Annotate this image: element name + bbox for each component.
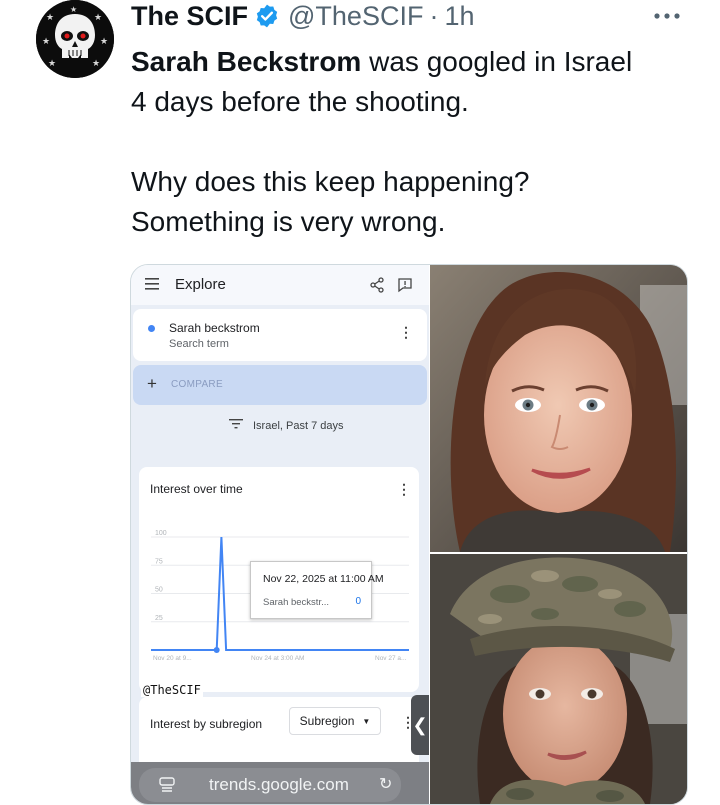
verified-badge-icon[interactable] [254,3,280,29]
search-term: Sarah beckstrom [169,321,260,335]
trends-screenshot[interactable]: Explore Sarah beckstrom Search term ⋮ + … [131,265,429,804]
filter-row: Israel, Past 7 days [229,419,344,432]
post-time[interactable]: 1h [444,1,474,32]
tweet-line3: Why does this keep happening? [131,166,530,197]
media-grid[interactable]: Explore Sarah beckstrom Search term ⋮ + … [130,264,688,805]
url-text: trends.google.com [209,775,349,794]
svg-text:★: ★ [92,59,100,69]
svg-text:★: ★ [42,37,50,47]
plus-icon: + [147,374,157,393]
hamburger-menu-icon [145,277,159,295]
feedback-icon [397,277,413,298]
tabs-icon [159,776,175,797]
separator-dot: · [429,0,439,31]
tooltip-value: 0 [355,596,361,607]
skull-logo-icon: ★ ★ ★ ★ ★ ★ ★ [36,0,114,78]
tweet-line1-rest: was googled in Israel [361,46,633,77]
filter-icon [229,419,243,432]
x-tick-label: Nov 27 a... [375,655,407,662]
portrait-photo[interactable] [430,265,687,552]
chart-tooltip: Nov 22, 2025 at 11:00 AM Sarah beckstr..… [250,561,384,619]
y-tick-label: 25 [155,615,163,622]
share-icon [369,277,385,298]
author-handle[interactable]: @TheSCIF [288,1,423,32]
tooltip-series: Sarah beckstr... [263,597,330,608]
subregion-dropdown: Subregion ▼ [289,707,381,735]
mention-name: Sarah Beckstrom [131,46,362,77]
trends-topbar: Explore [131,265,429,305]
search-term-card: Sarah beckstrom Search term ⋮ [133,309,427,361]
author-name[interactable]: The SCIF [131,1,248,32]
subregion-title: Interest by subregion [150,717,263,731]
tweet-line4: Something is very wrong. [131,206,446,237]
x-tick-label: Nov 24 at 3:00 AM [251,655,304,662]
woman-portrait-image [430,265,687,552]
trends-title: Explore [175,276,226,293]
y-tick-label: 75 [155,558,163,565]
svg-text:★: ★ [100,37,108,47]
woman-military-image [430,554,687,804]
hover-marker [213,647,220,653]
dropdown-arrow-icon: ▼ [362,716,371,726]
tweet-line2: 4 days before the shooting. [131,86,469,117]
reload-icon: ↻ [379,776,393,793]
kebab-menu-icon: ⋮ [399,324,413,340]
tweet-header: The SCIF @TheSCIF · 1h [131,0,475,32]
subregion-label: Subregion [299,714,355,728]
y-tick-label: 50 [155,587,163,594]
series-dot-icon [148,325,155,332]
svg-text:★: ★ [70,5,77,14]
avatar[interactable]: ★ ★ ★ ★ ★ ★ ★ [36,0,114,78]
filter-label: Israel, Past 7 days [253,419,344,432]
x-tick-label: Nov 20 at 9... [153,655,192,662]
browser-url-bar: trends.google.com ↻ [131,762,429,804]
compare-label: COMPARE [171,379,223,390]
svg-text:★: ★ [48,59,56,69]
more-options-icon[interactable] [652,0,682,32]
side-handle-icon: ❮ [411,695,429,755]
tooltip-date: Nov 22, 2025 at 11:00 AM [263,573,384,585]
tweet-text: Sarah Beckstrom was googled in Israel 4 … [131,42,701,242]
svg-text:★: ★ [94,13,102,23]
watermark: @TheSCIF [141,683,203,697]
compare-bar: + COMPARE [133,365,427,405]
search-term-sub: Search term [169,338,229,350]
svg-text:★: ★ [46,13,54,23]
y-tick-label: 100 [155,530,167,537]
military-photo[interactable] [430,554,687,804]
